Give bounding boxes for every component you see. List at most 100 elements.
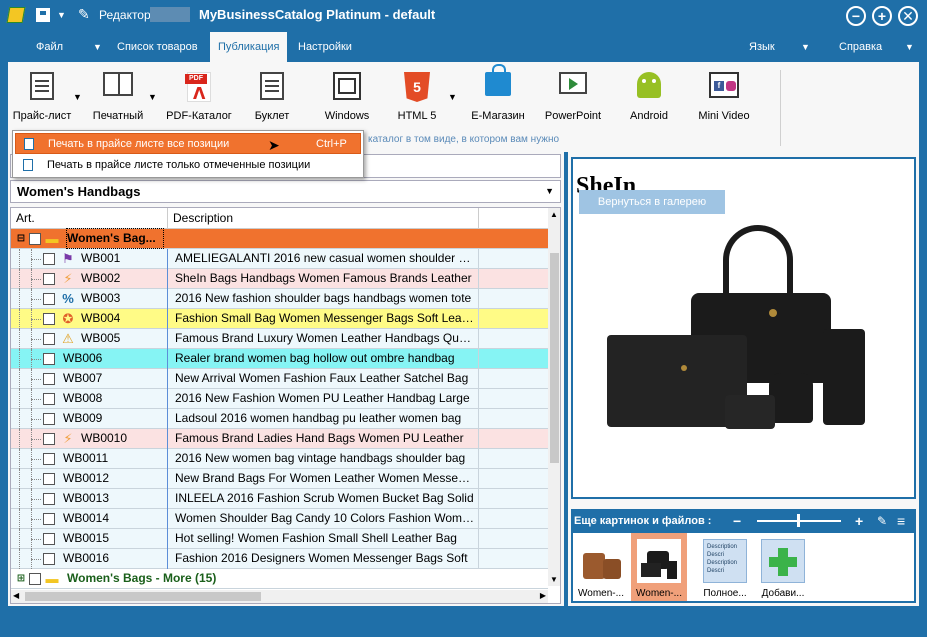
vertical-scroll-thumb[interactable] bbox=[550, 253, 559, 463]
group-row[interactable]: ⊟ ▬ Women's Bag... bbox=[11, 228, 548, 249]
row-checkbox[interactable] bbox=[43, 493, 55, 505]
print-button[interactable]: Печатный bbox=[88, 66, 148, 126]
mini-video-button[interactable]: f Mini Video bbox=[694, 66, 754, 126]
table-row[interactable]: WB009 Ladsoul 2016 women handbag pu leath… bbox=[11, 409, 548, 429]
table-row[interactable]: WB0012 New Brand Bags For Women Leather W… bbox=[11, 469, 548, 489]
row-checkbox[interactable] bbox=[43, 373, 55, 385]
row-checkbox[interactable] bbox=[43, 353, 55, 365]
editor-icon[interactable]: ✎ bbox=[78, 6, 94, 24]
scroll-up-icon[interactable]: ▲ bbox=[550, 210, 558, 219]
table-row[interactable]: % WB003 2016 New fashion shoulder bags han… bbox=[11, 289, 548, 309]
column-header-description[interactable]: Description bbox=[173, 211, 233, 225]
row-checkbox[interactable] bbox=[43, 393, 55, 405]
row-checkbox[interactable] bbox=[43, 433, 55, 445]
chevron-down-icon[interactable]: ▼ bbox=[905, 42, 914, 52]
scroll-right-icon[interactable]: ▶ bbox=[540, 591, 546, 600]
slider-handle[interactable] bbox=[797, 514, 800, 527]
close-button[interactable]: ✕ bbox=[898, 6, 918, 26]
column-header-art[interactable]: Art. bbox=[16, 211, 35, 225]
app-logo-icon bbox=[6, 7, 26, 23]
expand-icon[interactable]: ⊞ bbox=[13, 571, 29, 587]
eshop-label: E-Магазин bbox=[471, 110, 525, 122]
table-row[interactable]: WB0013 INLEELA 2016 Fashion Scrub Women B… bbox=[11, 489, 548, 509]
menu-settings[interactable]: Настройки bbox=[298, 32, 352, 62]
table-row[interactable]: ✪ WB004 Fashion Small Bag Women Messenger … bbox=[11, 309, 548, 329]
row-description: Famous Brand Luxury Women Leather Handba… bbox=[175, 331, 475, 345]
row-checkbox[interactable] bbox=[43, 453, 55, 465]
print-dropdown-icon[interactable]: ▼ bbox=[148, 92, 157, 102]
maximize-button[interactable]: + bbox=[872, 6, 892, 26]
html5-dropdown-icon[interactable]: ▼ bbox=[448, 92, 457, 102]
back-to-gallery-button[interactable]: Вернуться в галерею bbox=[579, 190, 725, 214]
table-row[interactable]: WB0016 Fashion 2016 Designers Women Messe… bbox=[11, 549, 548, 569]
table-row[interactable]: ⚡ WB002 SheIn Bags Handbags Women Famous B… bbox=[11, 269, 548, 289]
row-checkbox[interactable] bbox=[43, 513, 55, 525]
zoom-in-icon[interactable]: + bbox=[855, 509, 863, 533]
row-description: Famous Brand Ladies Hand Bags Women PU L… bbox=[175, 431, 464, 445]
horizontal-scroll-thumb[interactable] bbox=[25, 592, 261, 601]
product-image-thumb bbox=[637, 539, 681, 583]
table-row[interactable]: ⚠ WB005 Famous Brand Luxury Women Leather … bbox=[11, 329, 548, 349]
group-row[interactable]: ⊞ ▬ Women's Bags - More (15) bbox=[11, 569, 548, 589]
table-row[interactable]: WB0015 Hot selling! Women Fashion Small S… bbox=[11, 529, 548, 549]
booklet-button[interactable]: Буклет bbox=[248, 66, 296, 126]
row-checkbox[interactable] bbox=[43, 533, 55, 545]
scroll-down-icon[interactable]: ▼ bbox=[550, 575, 558, 584]
gallery-thumb[interactable]: Women-... bbox=[573, 533, 629, 601]
scroll-left-icon[interactable]: ◀ bbox=[13, 591, 19, 600]
group-checkbox[interactable] bbox=[29, 573, 41, 585]
row-art: WB005 bbox=[81, 331, 121, 345]
collapse-icon[interactable]: ⊟ bbox=[13, 231, 29, 247]
row-checkbox[interactable] bbox=[43, 553, 55, 565]
table-row[interactable]: WB008 2016 New Fashion Women PU Leather H… bbox=[11, 389, 548, 409]
table-row[interactable]: ⚑ WB001 AMELIEGALANTI 2016 new casual wome… bbox=[11, 249, 548, 269]
row-art: WB001 bbox=[81, 251, 121, 265]
menu-products[interactable]: Список товаров bbox=[117, 32, 198, 62]
menu-icon[interactable]: ≡ bbox=[897, 509, 905, 533]
powerpoint-button[interactable]: PowerPoint bbox=[542, 66, 604, 126]
row-checkbox[interactable] bbox=[43, 473, 55, 485]
horizontal-scrollbar[interactable]: ◀ ▶ bbox=[11, 590, 548, 603]
menu-help[interactable]: Справка bbox=[839, 32, 882, 62]
gallery-thumb-add[interactable]: Добави... bbox=[755, 533, 811, 601]
table-row[interactable]: WB0011 2016 New women bag vintage handbag… bbox=[11, 449, 548, 469]
gallery-thumb[interactable]: Description Descri Description Descri По… bbox=[697, 533, 753, 601]
html5-button[interactable]: 5 HTML 5 bbox=[392, 66, 442, 126]
pin-icon[interactable]: ✎ bbox=[877, 509, 887, 533]
minimize-button[interactable]: − bbox=[846, 6, 866, 26]
vertical-scrollbar[interactable]: ▲ ▼ bbox=[548, 208, 560, 586]
row-checkbox[interactable] bbox=[43, 253, 55, 265]
row-checkbox[interactable] bbox=[43, 313, 55, 325]
row-checkbox[interactable] bbox=[43, 413, 55, 425]
group-checkbox[interactable] bbox=[29, 233, 41, 245]
document-thumb: Description Descri Description Descri bbox=[703, 539, 747, 583]
chevron-down-icon[interactable]: ▼ bbox=[93, 42, 102, 52]
pricelist-button[interactable]: Прайс-лист bbox=[10, 66, 74, 126]
chevron-down-icon[interactable]: ▼ bbox=[545, 181, 554, 202]
row-checkbox[interactable] bbox=[43, 333, 55, 345]
menu-language[interactable]: Язык bbox=[749, 32, 775, 62]
row-checkbox[interactable] bbox=[43, 273, 55, 285]
windows-button[interactable]: Windows bbox=[320, 66, 374, 126]
pricelist-dropdown-icon[interactable]: ▼ bbox=[73, 92, 82, 102]
save-icon[interactable] bbox=[36, 8, 50, 22]
eshop-button[interactable]: E-Магазин bbox=[466, 64, 530, 126]
menu-file[interactable]: Файл bbox=[36, 32, 63, 62]
android-button[interactable]: Android bbox=[622, 66, 676, 126]
row-checkbox[interactable] bbox=[43, 293, 55, 305]
category-select[interactable]: Women's Handbags ▼ bbox=[10, 180, 561, 203]
print-selected-menu-item[interactable]: Печать в прайсе листе только отмеченные … bbox=[15, 155, 361, 176]
table-row[interactable]: ⚡ WB0010 Famous Brand Ladies Hand Bags Wom… bbox=[11, 429, 548, 449]
gallery-thumbnails: Women-... Women-... Description Descri D… bbox=[571, 533, 916, 603]
chevron-down-icon[interactable]: ▼ bbox=[801, 42, 810, 52]
print-all-menu-item[interactable]: Печать в прайсе листе все позиции Ctrl+P bbox=[15, 133, 361, 154]
table-row[interactable]: WB0014 Women Shoulder Bag Candy 10 Colors… bbox=[11, 509, 548, 529]
pricelist-dropdown-menu: Печать в прайсе листе все позиции Ctrl+P… bbox=[12, 130, 364, 178]
gallery-thumb-selected[interactable]: Women-... bbox=[631, 533, 687, 601]
quick-access-dropdown-icon[interactable]: ▼ bbox=[57, 10, 66, 20]
table-row[interactable]: WB007 New Arrival Women Fashion Faux Leat… bbox=[11, 369, 548, 389]
table-row[interactable]: WB006 Realer brand women bag hollow out o… bbox=[11, 349, 548, 369]
tab-publish[interactable]: Публикация bbox=[210, 32, 288, 62]
pdf-catalog-button[interactable]: PDF ᐱ PDF-Каталог bbox=[163, 66, 235, 126]
zoom-out-icon[interactable]: − bbox=[733, 509, 741, 533]
